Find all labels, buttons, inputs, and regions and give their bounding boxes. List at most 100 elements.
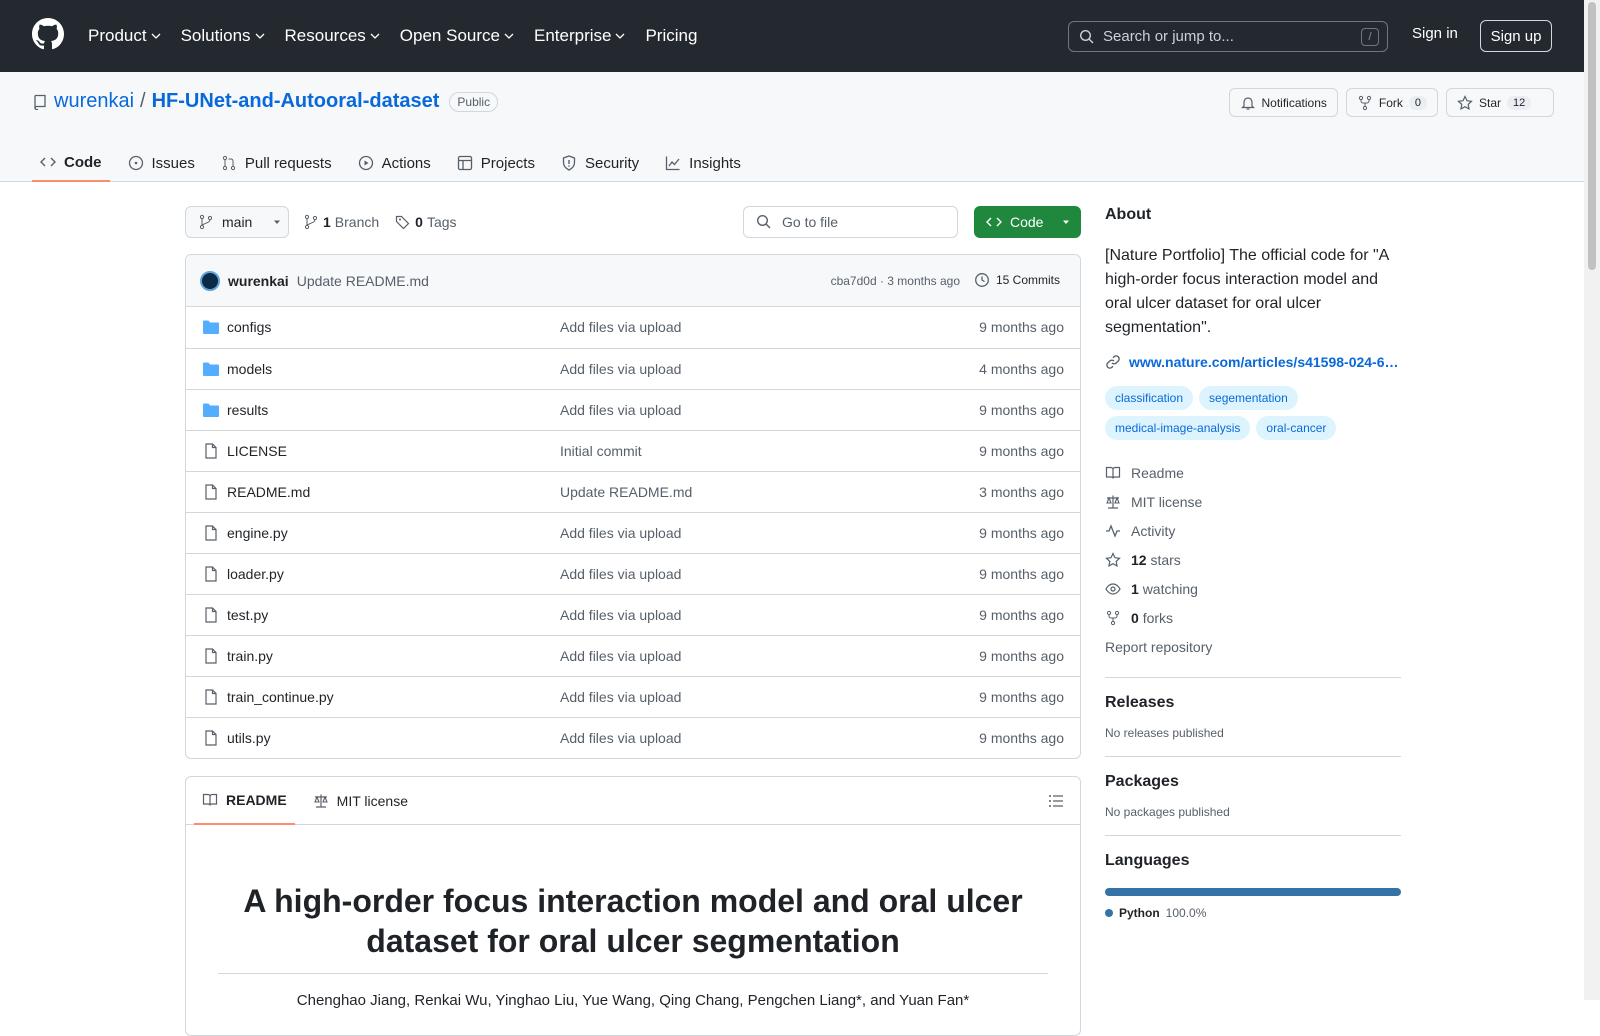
- nav-product[interactable]: Product: [88, 26, 161, 46]
- file-name-link[interactable]: LICENSE: [227, 443, 287, 459]
- law-icon: [313, 794, 328, 808]
- file-commit-message[interactable]: Add files via upload: [560, 525, 681, 541]
- chevron-down-icon: [616, 33, 625, 39]
- file-name-link[interactable]: results: [227, 402, 268, 418]
- forks-text: 0 forks: [1131, 610, 1173, 626]
- repo-name-link[interactable]: HF-UNet-and-Autooral-dataset: [152, 90, 440, 113]
- scrollbar-thumb[interactable]: [1588, 2, 1596, 270]
- tab-license[interactable]: MIT license: [305, 777, 416, 825]
- file-commit-message[interactable]: Add files via upload: [560, 402, 681, 418]
- nav-label: Solutions: [180, 26, 251, 45]
- outline-list-icon[interactable]: [1048, 793, 1064, 809]
- pull-request-icon: [222, 155, 235, 171]
- fork-button[interactable]: Fork 0: [1345, 88, 1438, 117]
- github-logo-icon[interactable]: [32, 18, 64, 50]
- topic-tag[interactable]: classification: [1105, 386, 1194, 410]
- tab-label: Actions: [381, 154, 431, 172]
- tab-security[interactable]: Security: [553, 144, 647, 182]
- file-name-link[interactable]: loader.py: [227, 566, 284, 582]
- file-icon: [205, 730, 217, 746]
- nav-pricing[interactable]: Pricing: [645, 26, 697, 46]
- license-link[interactable]: MIT license: [1105, 487, 1401, 516]
- commit-message[interactable]: Update README.md: [297, 273, 429, 289]
- topic-tag[interactable]: segementation: [1199, 386, 1298, 410]
- homepage-url: www.nature.com/articles/s41598-024-6…: [1129, 354, 1399, 370]
- file-name-link[interactable]: configs: [227, 319, 271, 335]
- watching-label: watching: [1142, 580, 1198, 597]
- nav-label: Resources: [284, 26, 366, 45]
- tab-insights[interactable]: Insights: [657, 144, 749, 182]
- code-dropdown-button[interactable]: Code: [974, 206, 1081, 238]
- notifications-button[interactable]: Notifications: [1228, 88, 1338, 117]
- search-input[interactable]: Search or jump to... /: [1068, 21, 1388, 52]
- file-name-link[interactable]: train_continue.py: [227, 689, 334, 705]
- file-name-link[interactable]: README.md: [227, 484, 310, 500]
- watchers-link[interactable]: 1 watching: [1105, 574, 1401, 603]
- divider: [1105, 756, 1401, 757]
- forks-link[interactable]: 0 forks: [1105, 603, 1401, 632]
- report-repository-link[interactable]: Report repository: [1105, 632, 1401, 661]
- file-name-link[interactable]: train.py: [227, 648, 273, 664]
- nav-open-source[interactable]: Open Source: [400, 26, 514, 46]
- file-commit-message[interactable]: Initial commit: [560, 443, 642, 459]
- avatar[interactable]: [200, 270, 220, 291]
- tab-pull-requests[interactable]: Pull requests: [213, 144, 340, 182]
- topic-tag[interactable]: medical-image-analysis: [1105, 416, 1251, 440]
- nav-label: Product: [88, 26, 147, 45]
- packages-heading[interactable]: Packages: [1105, 773, 1401, 791]
- file-commit-message[interactable]: Add files via upload: [560, 689, 681, 705]
- commits-link[interactable]: 15 Commits: [974, 272, 1060, 288]
- tab-code[interactable]: Code: [32, 144, 110, 182]
- branches-link[interactable]: 1 Branch: [303, 214, 379, 230]
- homepage-link[interactable]: www.nature.com/articles/s41598-024-6…: [1105, 354, 1401, 370]
- repo-owner-link[interactable]: wurenkai: [54, 90, 134, 113]
- file-commit-message[interactable]: Add files via upload: [560, 607, 681, 623]
- file-commit-message[interactable]: Add files via upload: [560, 319, 681, 335]
- tags-link[interactable]: 0 Tags: [395, 214, 457, 230]
- tab-readme[interactable]: README: [194, 777, 295, 825]
- readme-link-label: Readme: [1131, 464, 1184, 481]
- star-button[interactable]: Star 12: [1446, 88, 1554, 117]
- pulse-icon: [1106, 523, 1120, 538]
- nav-enterprise[interactable]: Enterprise: [534, 26, 625, 46]
- activity-link[interactable]: Activity: [1105, 516, 1401, 545]
- readme-link[interactable]: Readme: [1105, 458, 1401, 487]
- branch-selector[interactable]: main: [185, 206, 289, 238]
- file-name-link[interactable]: models: [227, 361, 272, 377]
- divider: [218, 973, 1048, 974]
- topic-tag[interactable]: oral-cancer: [1256, 416, 1337, 440]
- file-commit-message[interactable]: Add files via upload: [560, 566, 681, 582]
- tab-projects[interactable]: Projects: [449, 144, 543, 182]
- book-icon: [202, 793, 218, 806]
- nav-resources[interactable]: Resources: [285, 26, 380, 46]
- file-commit-time: 9 months ago: [979, 319, 1064, 335]
- sign-up-button[interactable]: Sign up: [1480, 20, 1552, 52]
- stars-link[interactable]: 12 stars: [1105, 545, 1401, 574]
- nav-label: Open Source: [399, 26, 500, 45]
- scrollbar[interactable]: [1584, 0, 1600, 1000]
- file-commit-message[interactable]: Add files via upload: [560, 361, 681, 377]
- nav-solutions[interactable]: Solutions: [181, 26, 265, 46]
- file-name-link[interactable]: test.py: [227, 607, 268, 623]
- topics: classification segementation medical-ima…: [1105, 386, 1365, 440]
- commit-author[interactable]: wurenkai: [228, 273, 289, 289]
- code-icon: [986, 217, 1002, 227]
- file-commit-message[interactable]: Add files via upload: [560, 730, 681, 746]
- chevron-down-icon: [255, 33, 264, 39]
- file-name-link[interactable]: utils.py: [227, 730, 271, 746]
- tab-actions[interactable]: Actions: [350, 144, 439, 182]
- file-commit-message[interactable]: Update README.md: [560, 484, 692, 500]
- file-name-link[interactable]: engine.py: [227, 525, 288, 541]
- tab-issues[interactable]: Issues: [120, 144, 203, 182]
- file-commit-message[interactable]: Add files via upload: [560, 648, 681, 664]
- go-to-file-input[interactable]: Go to file: [743, 206, 958, 238]
- language-item[interactable]: Python 100.0%: [1105, 906, 1401, 920]
- sign-in-link[interactable]: Sign in: [1412, 25, 1458, 42]
- readme-authors: Chenghao Jiang, Renkai Wu, Yinghao Liu, …: [296, 992, 970, 1009]
- notifications-label: Notifications: [1261, 95, 1327, 110]
- releases-heading[interactable]: Releases: [1105, 694, 1401, 712]
- packages-empty-text: No packages published: [1105, 805, 1230, 819]
- repo-icon: [34, 94, 46, 110]
- fork-icon: [1358, 95, 1371, 110]
- commit-meta[interactable]: cba7d0d · 3 months ago: [831, 274, 960, 288]
